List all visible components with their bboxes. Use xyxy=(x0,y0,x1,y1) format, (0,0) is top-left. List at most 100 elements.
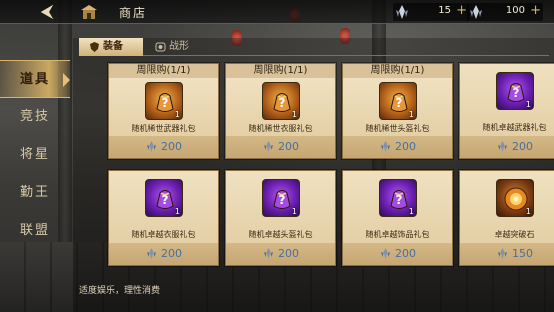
item-icon-frame: ? 1 xyxy=(262,179,300,217)
shop-icon xyxy=(81,5,97,19)
sidebar-item-generals[interactable]: 将星 xyxy=(0,136,70,174)
crystal-icon xyxy=(264,248,273,259)
currency-display-1: 15 + xyxy=(393,3,469,21)
shop-item-card[interactable]: ? 1 随机卓越头盔礼包 200 xyxy=(225,170,336,266)
shop-item-card[interactable]: 1 卓越突破石 150 xyxy=(459,170,554,266)
sidebar-item-royal-service[interactable]: 勤王 xyxy=(0,174,70,212)
item-quantity: 1 xyxy=(291,207,297,216)
item-quantity: 1 xyxy=(525,207,531,216)
item-price: 200 xyxy=(395,140,416,153)
armor-icon xyxy=(90,42,99,52)
crystal-icon xyxy=(470,5,482,19)
item-name: 随机稀世武器礼包 xyxy=(131,124,196,133)
item-icon-frame: ? 1 xyxy=(379,82,417,120)
page-title: 商店 xyxy=(119,6,148,20)
item-body: ? 1 随机稀世衣服礼包 xyxy=(226,78,335,137)
purchase-limit-label: 周限购(1/1) xyxy=(253,65,308,76)
category-sidebar: 道具 竞技 将星 勤王 联盟 xyxy=(0,60,70,250)
purchase-limit-label: 周限购(1/1) xyxy=(370,65,425,76)
tab-formation[interactable]: 战形 xyxy=(145,38,209,56)
item-icon-frame: 1 xyxy=(496,179,534,217)
item-name: 随机卓越武器礼包 xyxy=(482,123,547,132)
shop-item-card[interactable]: 周限购(1/1)? 1 随机稀世武器礼包 200 xyxy=(108,63,219,159)
svg-text:?: ? xyxy=(162,96,169,110)
item-price: 200 xyxy=(161,247,182,260)
crystal-icon xyxy=(147,141,156,152)
item-quantity: 1 xyxy=(525,100,531,109)
top-bar: ⮜ 商店 15 + 100 + xyxy=(0,0,554,24)
svg-text:?: ? xyxy=(279,96,286,110)
item-price: 200 xyxy=(512,140,533,153)
shop-panel: 装备 战形 周限购(1/1)? 1 随机稀世武器礼包 200 周限购(1/1)? 1 随机稀… xyxy=(73,38,554,312)
item-price: 200 xyxy=(278,140,299,153)
item-quantity: 1 xyxy=(291,110,297,119)
currency-value: 100 xyxy=(505,5,525,16)
item-body: ? 1 随机稀世头盔礼包 xyxy=(343,78,452,137)
item-name: 随机稀世衣服礼包 xyxy=(248,124,313,133)
item-icon-frame: ? 1 xyxy=(262,82,300,120)
currency-value: 15 xyxy=(438,5,451,16)
price-bar: 200 xyxy=(226,136,335,158)
item-price: 200 xyxy=(278,247,299,260)
item-price: 150 xyxy=(512,247,533,260)
item-price: 200 xyxy=(161,140,182,153)
back-button[interactable]: ⮜ xyxy=(30,1,64,23)
price-bar: 200 xyxy=(343,243,452,265)
item-name: 随机卓越饰品礼包 xyxy=(365,230,430,239)
health-notice: 适度娱乐，理性消费 xyxy=(79,286,161,296)
price-bar: 200 xyxy=(460,136,554,158)
item-body: ? 1 随机卓越饰品礼包 xyxy=(343,171,452,244)
add-currency-button[interactable]: + xyxy=(456,3,467,18)
item-body: ? 1 随机卓越武器礼包 xyxy=(460,64,554,137)
formation-icon xyxy=(155,42,166,52)
item-body: ? 1 随机卓越头盔礼包 xyxy=(226,171,335,244)
price-bar: 150 xyxy=(460,243,554,265)
shop-item-card[interactable]: 周限购(1/1)? 1 随机稀世衣服礼包 200 xyxy=(225,63,336,159)
item-body: 1 卓越突破石 xyxy=(460,171,554,244)
currency-display-2: 100 + xyxy=(467,3,543,21)
price-bar: 200 xyxy=(109,136,218,158)
item-quantity: 1 xyxy=(174,110,180,119)
price-bar: 200 xyxy=(109,243,218,265)
item-quantity: 1 xyxy=(408,110,414,119)
svg-text:?: ? xyxy=(513,86,520,100)
price-bar: 200 xyxy=(343,136,452,158)
item-name: 随机稀世头盔礼包 xyxy=(365,124,430,133)
shop-item-card[interactable]: ? 1 随机卓越武器礼包 200 xyxy=(459,63,554,159)
item-body: ? 1 随机卓越衣服礼包 xyxy=(109,171,218,244)
tab-equipment[interactable]: 装备 xyxy=(79,38,143,56)
item-icon-frame: ? 1 xyxy=(145,82,183,120)
item-name: 随机卓越衣服礼包 xyxy=(131,230,196,239)
price-bar: 200 xyxy=(226,243,335,265)
svg-text:?: ? xyxy=(279,193,286,207)
item-icon-frame: ? 1 xyxy=(496,72,534,110)
sidebar-item-alliance[interactable]: 联盟 xyxy=(0,212,70,250)
item-name: 随机卓越头盔礼包 xyxy=(248,230,313,239)
shop-item-card[interactable]: 周限购(1/1) ? 1 随机稀世头盔礼包 200 xyxy=(342,63,453,159)
crystal-icon xyxy=(381,248,390,259)
tab-label: 战形 xyxy=(169,41,189,52)
item-icon-frame: ? 1 xyxy=(145,179,183,217)
add-currency-button[interactable]: + xyxy=(530,3,541,18)
item-quantity: 1 xyxy=(174,207,180,216)
item-price: 200 xyxy=(395,247,416,260)
crystal-icon xyxy=(396,5,408,19)
item-quantity: 1 xyxy=(408,207,414,216)
crystal-icon xyxy=(498,248,507,259)
tab-bar: 装备 战形 xyxy=(79,38,549,56)
crystal-icon xyxy=(498,141,507,152)
shop-item-card[interactable]: ? 1 随机卓越饰品礼包 200 xyxy=(342,170,453,266)
item-name: 卓越突破石 xyxy=(494,230,535,239)
svg-text:?: ? xyxy=(396,193,403,207)
sidebar-item-arena[interactable]: 竞技 xyxy=(0,98,70,136)
crystal-icon xyxy=(264,141,273,152)
crystal-icon xyxy=(147,248,156,259)
svg-text:?: ? xyxy=(162,193,169,207)
shop-item-card[interactable]: ? 1 随机卓越衣服礼包 200 xyxy=(108,170,219,266)
purchase-limit-label: 周限购(1/1) xyxy=(136,65,191,76)
item-icon-frame: ? 1 xyxy=(379,179,417,217)
sidebar-item-items[interactable]: 道具 xyxy=(0,60,70,98)
tab-label: 装备 xyxy=(103,41,123,52)
crystal-icon xyxy=(381,141,390,152)
item-body: ? 1 随机稀世武器礼包 xyxy=(109,78,218,137)
